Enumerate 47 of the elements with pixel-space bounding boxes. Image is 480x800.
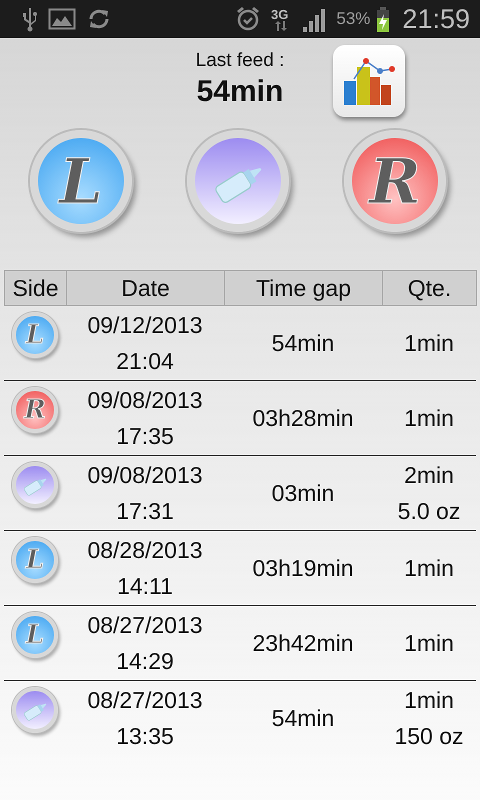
right-side-badge: R bbox=[12, 387, 58, 433]
right-side-button[interactable]: R bbox=[344, 130, 446, 232]
column-header: Side bbox=[4, 270, 67, 306]
table-cell-text: 03min bbox=[272, 479, 334, 508]
left-side-badge: L bbox=[12, 312, 58, 358]
table-cell-text: 1min bbox=[404, 629, 454, 658]
last-feed-value: 54min bbox=[196, 74, 284, 110]
left-side-badge: L bbox=[12, 537, 58, 583]
table-cell-text: 2min bbox=[404, 461, 454, 490]
data-arrows-icon bbox=[272, 20, 287, 30]
table-cell-text: 09/08/2013 bbox=[87, 386, 203, 415]
table-cell-text: 1min bbox=[404, 554, 454, 583]
table-cell-text: 54min bbox=[272, 329, 334, 358]
table-cell-text: 08/27/2013 bbox=[87, 611, 203, 640]
clock: 21:59 bbox=[402, 4, 470, 34]
alarm-icon bbox=[235, 5, 262, 33]
table-cell-text: 21:04 bbox=[116, 347, 174, 376]
column-header: Date bbox=[66, 270, 225, 306]
table-cell-text: 03h28min bbox=[252, 404, 354, 433]
table-cell-text: 54min bbox=[272, 704, 334, 733]
table-cell-text: 08/27/2013 bbox=[87, 686, 203, 715]
left-side-button[interactable]: L bbox=[30, 130, 132, 232]
usb-icon bbox=[22, 6, 38, 32]
table-cell-text: 150 oz bbox=[394, 722, 464, 751]
table-cell-text: 08/28/2013 bbox=[87, 536, 203, 565]
battery-percent: 53% bbox=[336, 9, 370, 29]
table-cell-text: 23h42min bbox=[252, 629, 354, 658]
battery-charging-icon bbox=[376, 6, 390, 32]
column-header: Qte. bbox=[382, 270, 477, 306]
table-cell-text: 1min bbox=[404, 329, 454, 358]
table-cell-text: 09/12/2013 bbox=[87, 311, 203, 340]
left-side-badge: L bbox=[12, 612, 58, 658]
image-icon bbox=[48, 7, 76, 31]
column-header: Time gap bbox=[224, 270, 383, 306]
table-cell-text: 17:31 bbox=[116, 497, 174, 526]
table-cell-text: 1min bbox=[404, 686, 454, 715]
last-feed-label: Last feed : bbox=[196, 50, 284, 72]
table-cell-text: 1min bbox=[404, 404, 454, 433]
table-cell-text: 5.0 oz bbox=[398, 497, 460, 526]
table-cell-text: 14:11 bbox=[117, 572, 173, 601]
network-label: 3G bbox=[271, 8, 288, 20]
statistics-button[interactable] bbox=[333, 45, 406, 117]
table-cell-text: 14:29 bbox=[116, 647, 174, 676]
table-cell-text: 09/08/2013 bbox=[87, 461, 203, 490]
table-cell-text: 13:35 bbox=[116, 722, 174, 751]
table-cell-text: 03h19min bbox=[252, 554, 354, 583]
table-cell-text: 17:35 bbox=[116, 422, 174, 451]
